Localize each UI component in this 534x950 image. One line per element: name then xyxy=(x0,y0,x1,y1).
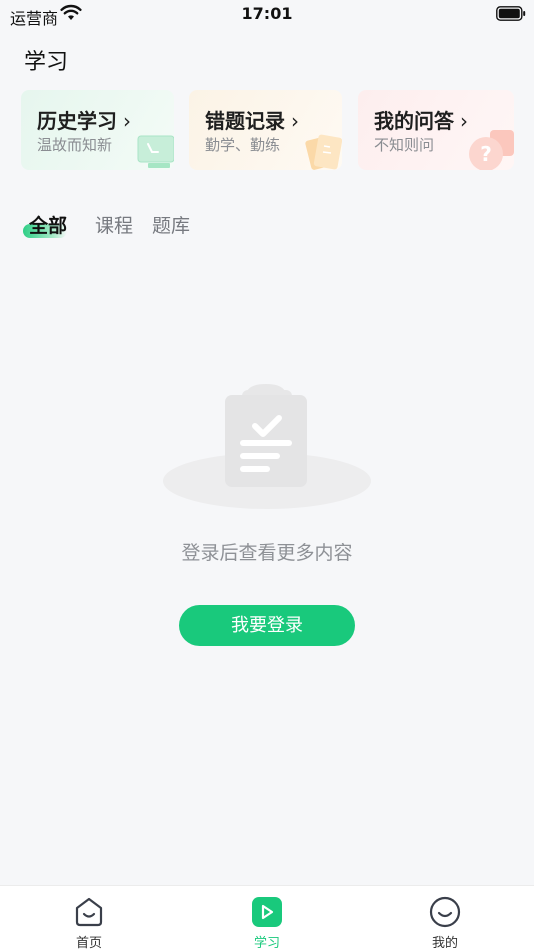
login-button[interactable]: 我要登录 xyxy=(179,605,355,646)
tab-all[interactable]: 全部 xyxy=(29,211,67,238)
svg-text:?: ? xyxy=(480,142,492,166)
card-subtitle: 温故而知新 xyxy=(37,136,113,154)
card-subtitle: 勤学、勤练 xyxy=(205,136,281,154)
nav-home[interactable]: 首页 xyxy=(29,886,149,950)
history-study-card[interactable]: 历史学习 › 温故而知新 xyxy=(21,90,174,170)
tab-question-bank[interactable]: 题库 xyxy=(152,211,190,238)
question-bubble-icon: ? xyxy=(469,130,514,170)
notebook-icon xyxy=(305,134,342,170)
home-face-icon xyxy=(75,897,103,927)
card-title: 我的问答 › xyxy=(374,109,468,133)
nav-mine-label: 我的 xyxy=(431,936,458,950)
my-qa-card[interactable]: 我的问答 › 不知则问 ? xyxy=(358,90,514,170)
smile-icon xyxy=(429,896,461,928)
status-bar: 运营商 17:01 xyxy=(0,0,534,28)
empty-state-message: 登录后查看更多内容 xyxy=(181,542,353,564)
card-title: 错题记录 › xyxy=(205,109,299,133)
status-time: 17:01 xyxy=(241,4,293,23)
nav-study-label: 学习 xyxy=(253,936,280,950)
clock-board-icon xyxy=(137,135,174,168)
clipboard-check-icon xyxy=(225,384,307,487)
tab-course[interactable]: 课程 xyxy=(95,211,133,238)
mistake-record-card[interactable]: 错题记录 › 勤学、勤练 xyxy=(189,90,342,170)
card-title: 历史学习 › xyxy=(37,109,131,133)
nav-home-label: 首页 xyxy=(75,936,102,950)
card-subtitle: 不知则问 xyxy=(374,136,435,154)
play-icon xyxy=(252,897,282,927)
nav-mine[interactable]: 我的 xyxy=(385,886,505,950)
battery-icon xyxy=(496,6,526,21)
bottom-tab-bar: 首页 学习 我的 xyxy=(0,885,534,950)
page-title: 学习 xyxy=(24,50,69,75)
nav-study[interactable]: 学习 xyxy=(207,886,327,950)
